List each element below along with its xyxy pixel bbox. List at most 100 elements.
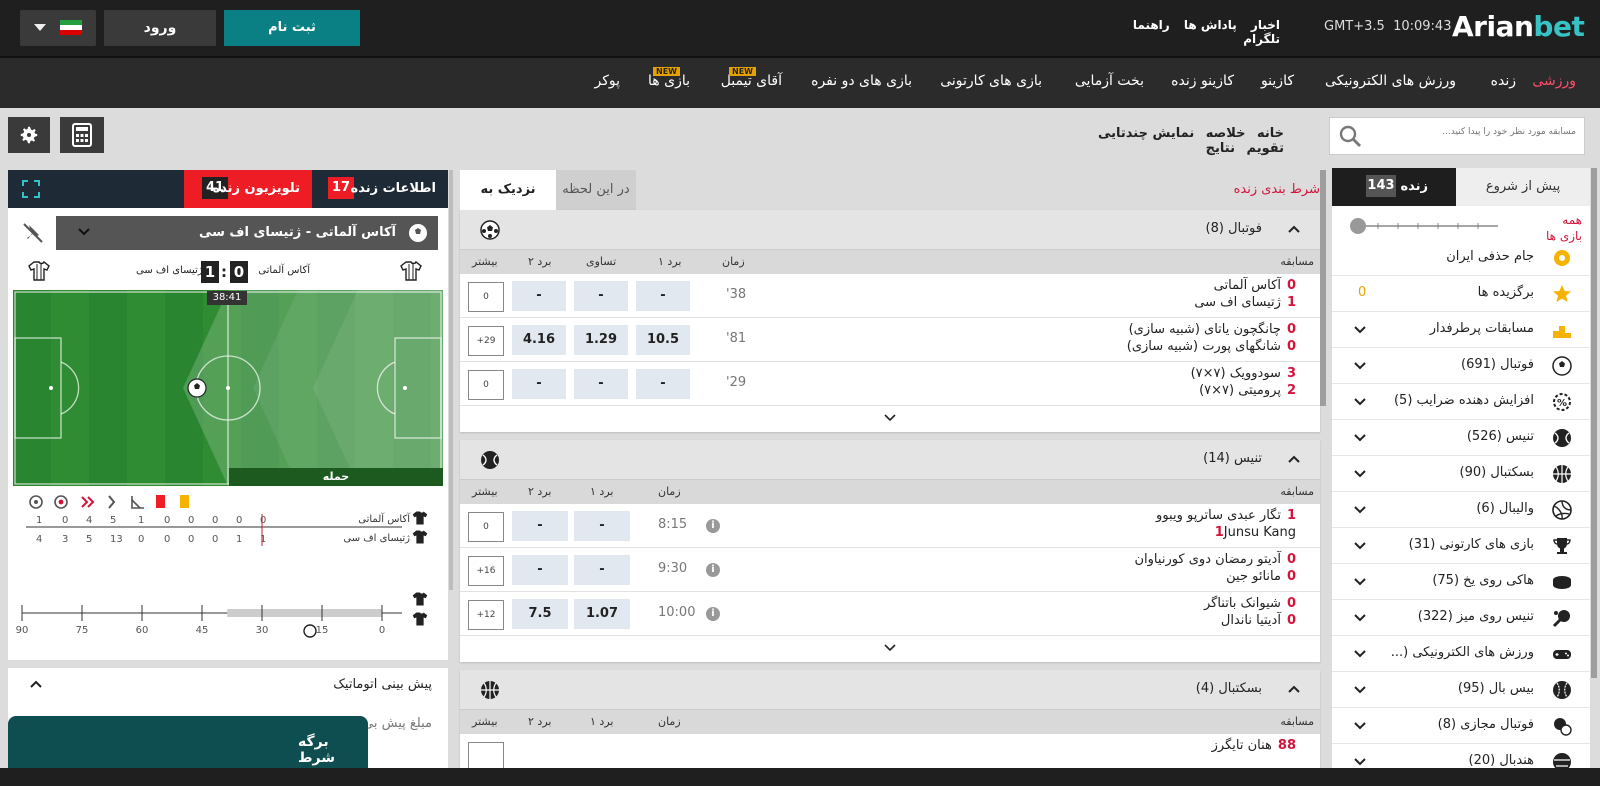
subnav-multiview[interactable]: نمایش چندتایی bbox=[1098, 126, 1194, 141]
top-link-news[interactable]: اخبار bbox=[1251, 18, 1280, 32]
odds-win1[interactable]: - bbox=[574, 555, 630, 585]
chevron-down-icon[interactable] bbox=[1354, 470, 1366, 478]
more-markets-button[interactable]: 0 bbox=[468, 370, 504, 400]
expand-icon[interactable] bbox=[22, 180, 40, 198]
chevron-down-icon[interactable] bbox=[1354, 362, 1366, 370]
nav-lottery[interactable]: بخت آزمایی bbox=[1075, 73, 1144, 89]
nav-live[interactable]: زنده bbox=[1491, 73, 1516, 89]
info-icon[interactable]: i bbox=[706, 519, 720, 533]
tab-starting-soon[interactable]: نزدیک به شروع bbox=[460, 170, 556, 237]
logo[interactable]: Arianbet bbox=[1452, 10, 1585, 43]
odds-draw[interactable]: 1.29 bbox=[574, 325, 628, 355]
odds-win1[interactable]: - bbox=[574, 511, 630, 541]
top-link-help[interactable]: راهنما bbox=[1133, 18, 1170, 32]
unpin-icon[interactable] bbox=[22, 222, 44, 244]
sidebar-item-volleyball[interactable]: والیبال (6) bbox=[1332, 492, 1590, 528]
chevron-up-icon[interactable] bbox=[30, 680, 42, 688]
calculator-button[interactable] bbox=[60, 117, 104, 153]
language-selector[interactable] bbox=[20, 10, 96, 46]
expand-tennis[interactable] bbox=[460, 636, 1320, 660]
time-filter-slider[interactable] bbox=[1348, 216, 1498, 236]
odds-win1[interactable]: 10.5 bbox=[636, 325, 690, 355]
register-button[interactable]: ثبت نام bbox=[224, 10, 360, 46]
search-icon[interactable] bbox=[1338, 124, 1362, 148]
tab-right-now[interactable]: در این لحظه bbox=[556, 170, 636, 210]
nav-live-casino[interactable]: کازینو زنده bbox=[1171, 73, 1234, 89]
sidebar-item-gamepad[interactable]: ورزش های الکترونیکی (... bbox=[1332, 636, 1590, 672]
match-row[interactable]: 3سودوویک (۷×۷) 2پرومیتی (۷×۷) '29- - -0 bbox=[460, 362, 1320, 406]
match-row[interactable]: 0شیوانک باتناگر 0آدیتیا ناندال i 10:00 1.07 7… bbox=[460, 592, 1320, 636]
chevron-down-icon[interactable] bbox=[1354, 506, 1366, 514]
chevron-down-icon[interactable] bbox=[1354, 326, 1366, 334]
more-markets-button[interactable]: 0 bbox=[468, 512, 504, 542]
match-row[interactable]: 0آکاس آلماتی 1ژتیسای اف سی '38- - -0 bbox=[460, 274, 1320, 318]
nav-two-player[interactable]: بازی های دو نفره bbox=[811, 73, 912, 89]
nav-games[interactable]: NEW بازی ها bbox=[648, 67, 690, 89]
top-link-rewards[interactable]: پاداش ها bbox=[1184, 18, 1237, 32]
tab-live-info[interactable]: 17 اطلاعات زنده bbox=[312, 170, 448, 208]
left-panel-scrollbar[interactable] bbox=[449, 170, 453, 590]
login-button[interactable]: ورود bbox=[104, 10, 216, 46]
chevron-down-icon[interactable] bbox=[1354, 758, 1366, 766]
info-icon[interactable]: i bbox=[706, 563, 720, 577]
subnav-home[interactable]: خانه bbox=[1257, 126, 1284, 141]
nav-mr-timble[interactable]: NEW آقای تیمبل bbox=[721, 67, 782, 89]
chevron-down-icon[interactable] bbox=[1354, 614, 1366, 622]
odds-draw[interactable]: - bbox=[574, 369, 628, 399]
odds-win2[interactable]: 4.16 bbox=[512, 325, 566, 355]
match-select[interactable]: آکاس آلماتی - ژتیسای اف سی bbox=[56, 216, 438, 250]
sidebar-item-football-cup[interactable]: جام حذفی ایران bbox=[1332, 240, 1590, 276]
center-scrollbar[interactable] bbox=[1320, 170, 1326, 406]
sidebar-item-star[interactable]: برگزیده ها 0 bbox=[1332, 276, 1590, 312]
sidebar-item-baseball[interactable]: بیس بال (95) bbox=[1332, 672, 1590, 708]
odds-win2[interactable]: - bbox=[512, 511, 568, 541]
info-icon[interactable]: i bbox=[706, 607, 720, 621]
odds-win2[interactable]: - bbox=[512, 369, 566, 399]
nav-cartoon-games[interactable]: بازی های کارتونی bbox=[940, 73, 1042, 89]
sidebar-item-basketball[interactable]: بسکتبال (90) bbox=[1332, 456, 1590, 492]
football-header[interactable]: فوتبال (8) bbox=[460, 210, 1320, 250]
odds-win1[interactable]: 1.07 bbox=[574, 599, 630, 629]
more-markets-button[interactable]: +16 bbox=[468, 556, 504, 586]
chevron-down-icon[interactable] bbox=[1354, 650, 1366, 658]
tennis-header[interactable]: تنیس (14) bbox=[460, 440, 1320, 480]
sidebar-item-podium[interactable]: مسابقات پرطرفدار bbox=[1332, 312, 1590, 348]
match-row[interactable]: 0چانگچون یاتای (شبیه سازی) 0شانگهای پورت … bbox=[460, 318, 1320, 362]
subnav-results[interactable]: نتایج bbox=[1206, 141, 1235, 156]
sidebar-item-trophy[interactable]: بازی های کارتونی (31) bbox=[1332, 528, 1590, 564]
nav-sports[interactable]: ورزشی bbox=[1532, 73, 1576, 89]
chevron-down-icon[interactable] bbox=[1354, 398, 1366, 406]
odds-draw[interactable]: - bbox=[574, 281, 628, 311]
nav-casino[interactable]: کازینو bbox=[1261, 73, 1294, 89]
odds-win2[interactable]: - bbox=[512, 555, 568, 585]
sidebar-item-tennis[interactable]: تنیس (526) bbox=[1332, 420, 1590, 456]
subnav-summary[interactable]: خلاصه bbox=[1206, 126, 1246, 141]
chevron-down-icon[interactable] bbox=[1354, 542, 1366, 550]
sidebar-item-odds-boost[interactable]: % افزایش دهنده ضرایب (5) bbox=[1332, 384, 1590, 420]
sidebar-item-virtual-football[interactable]: فوتبال مجازی (8) bbox=[1332, 708, 1590, 744]
match-row[interactable]: 1تگار عبدی ساترپو ویبوو 1Junsu Kang i 8:15-… bbox=[460, 504, 1320, 548]
odds-win2[interactable]: - bbox=[512, 281, 566, 311]
tab-live[interactable]: 143 زنده bbox=[1332, 168, 1456, 206]
search-input[interactable] bbox=[1372, 127, 1576, 137]
chevron-down-icon[interactable] bbox=[1354, 434, 1366, 442]
sidebar-item-hockey-puck[interactable]: هاکی روی یخ (75) bbox=[1332, 564, 1590, 600]
basketball-header[interactable]: بسکتبال (4) bbox=[460, 670, 1320, 710]
top-link-telegram[interactable]: تلگرام bbox=[1243, 32, 1280, 46]
settings-button[interactable] bbox=[8, 117, 50, 153]
chevron-down-icon[interactable] bbox=[1354, 686, 1366, 694]
more-markets-button[interactable]: 0 bbox=[468, 282, 504, 312]
odds-win1[interactable]: - bbox=[636, 281, 690, 311]
sidebar-item-table-tennis[interactable]: تنیس روی میز (322) bbox=[1332, 600, 1590, 636]
expand-football[interactable] bbox=[460, 406, 1320, 430]
nav-poker[interactable]: پوکر bbox=[594, 73, 620, 89]
sidebar-item-football[interactable]: فوتبال (691) bbox=[1332, 348, 1590, 384]
nav-esports[interactable]: ورزش های الکترونیکی bbox=[1325, 73, 1456, 89]
chevron-down-icon[interactable] bbox=[1354, 578, 1366, 586]
match-row[interactable]: 0آدیتو رمضان دوی کورنیاوان 0مانائو جین i 9:… bbox=[460, 548, 1320, 592]
sidebar-scrollbar[interactable] bbox=[1591, 168, 1597, 678]
subnav-calendar[interactable]: تقویم bbox=[1247, 141, 1284, 156]
more-markets-button[interactable]: +29 bbox=[468, 326, 504, 356]
more-markets-button[interactable]: +12 bbox=[468, 600, 504, 630]
tab-live-tv[interactable]: 41 تلویزیون زنده bbox=[184, 170, 312, 208]
